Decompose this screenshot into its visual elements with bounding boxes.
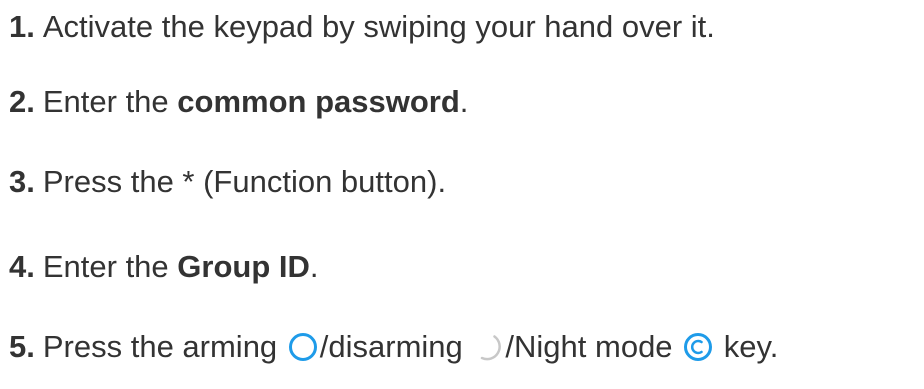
step-number: 4. <box>9 249 35 284</box>
step-text: Press the * (Function button). <box>42 164 447 199</box>
step-text: Enter the <box>42 84 178 119</box>
step-emphasis: Group ID <box>177 249 310 284</box>
step-text: Press the arming <box>42 329 286 364</box>
step-1: 1. Activate the keypad by swiping your h… <box>9 8 715 46</box>
instruction-steps: 1. Activate the keypad by swiping your h… <box>0 0 924 389</box>
step-text: Enter the <box>42 249 178 284</box>
step-number: 5. <box>9 329 35 364</box>
step-text: Activate the keypad by swiping your hand… <box>42 9 715 44</box>
step-text-end: key. <box>715 329 779 364</box>
step-text-end: . <box>459 84 469 119</box>
step-number: 3. <box>9 164 35 199</box>
step-3: 3. Press the * (Function button). <box>9 163 446 201</box>
step-5: 5. Press the arming /disarming /Night mo… <box>9 328 778 366</box>
step-text-night: /Night mode <box>505 329 682 364</box>
step-4: 4. Enter the Group ID . <box>9 248 319 286</box>
step-text-disarming: /disarming <box>319 329 472 364</box>
step-number: 1. <box>9 9 35 44</box>
step-number: 2. <box>9 84 35 119</box>
night-mode-ring-icon <box>683 332 713 362</box>
step-emphasis: common password <box>177 84 460 119</box>
step-text-end: . <box>309 249 319 284</box>
step-2: 2. Enter the common password . <box>9 83 468 121</box>
disarm-partial-ring-icon <box>473 332 503 362</box>
arm-ring-icon <box>288 332 318 362</box>
